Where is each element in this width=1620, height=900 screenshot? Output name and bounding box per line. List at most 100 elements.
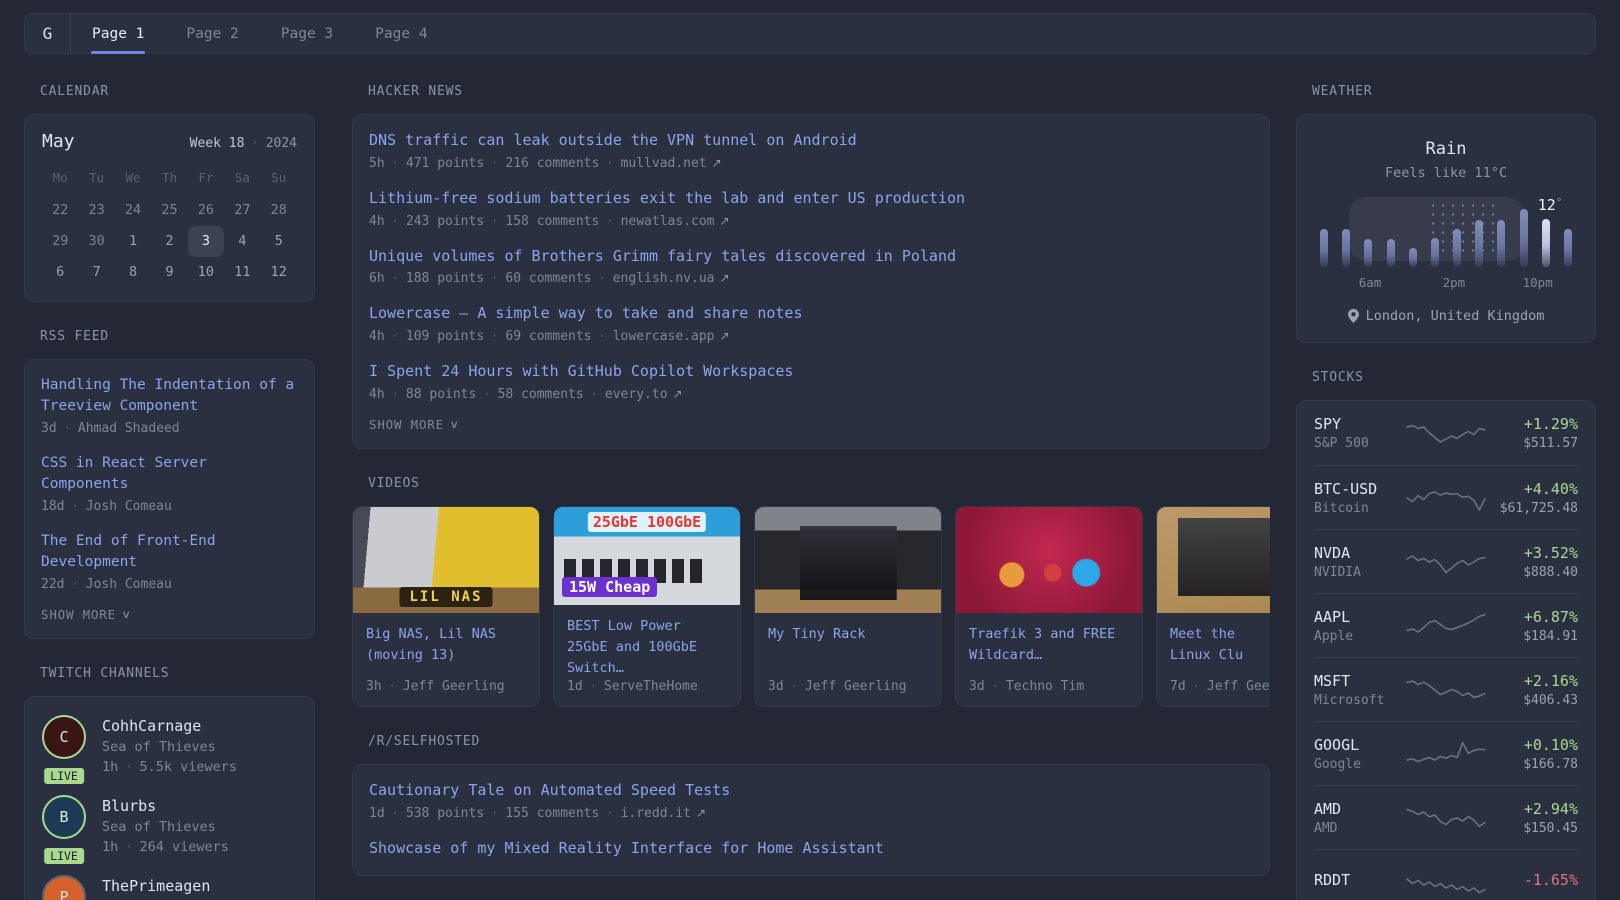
external-link-icon: ↗	[719, 213, 730, 228]
dot-separator: ·	[598, 329, 606, 343]
dot-separator: ·	[125, 760, 133, 775]
nav-tab[interactable]: Page 2	[165, 14, 259, 53]
calendar-weekday: Fr	[198, 170, 214, 185]
twitch-channel-row[interactable]: B LIVE Blurbs Sea of Thieves 1h · 264 view…	[41, 795, 297, 868]
calendar-day: 3	[187, 226, 225, 257]
hackernews-section-label: HACKER NEWS	[368, 84, 463, 99]
stock-row[interactable]: MSFT Microsoft +2.16% $406.43	[1314, 657, 1578, 721]
stock-row[interactable]: SPY S&P 500 +1.29% $511.57	[1314, 401, 1578, 465]
dot-separator: ·	[590, 386, 598, 401]
video-thumbnail	[755, 506, 941, 613]
post-title[interactable]: The End of Front-End Development	[41, 531, 298, 573]
nav-tab[interactable]: Page 4	[354, 14, 448, 53]
post-title[interactable]: Unique volumes of Brothers Grimm fairy t…	[369, 246, 1253, 268]
video-card[interactable]: LIL NAS Big NAS, Lil NAS (moving 13) 3h ·…	[352, 505, 540, 707]
avatar: B	[42, 795, 86, 840]
stock-row[interactable]: NVDA NVIDIA +3.52% $888.40	[1314, 529, 1578, 593]
external-link-icon: ↗	[711, 155, 722, 170]
channel-game: Sea of Thieves	[102, 819, 216, 836]
stock-change: -1.65%	[1523, 871, 1578, 889]
channel-game: Sea of Thieves	[102, 739, 216, 756]
video-meta: 7d·Jeff Geerling	[1170, 678, 1270, 694]
stock-name: S&P 500	[1314, 436, 1369, 451]
hour-axis: 6am 2pm 10pm	[1315, 275, 1577, 293]
weather-bar	[1497, 220, 1506, 267]
post-title[interactable]: Cautionary Tale on Automated Speed Tests	[369, 780, 1253, 802]
video-card[interactable]: 25GbE 100GbE 15W Cheap BEST Low Power 25G…	[553, 505, 741, 707]
stocks-widget: SPY S&P 500 +1.29% $511.57 BTC-USD Bitco…	[1296, 400, 1596, 900]
dot-separator: ·	[251, 136, 259, 150]
external-link-icon: ↗	[719, 271, 730, 286]
stock-row[interactable]: RDDT -1.65%	[1314, 849, 1578, 900]
calendar-section: CALENDAR May Week 18 · 2024 Mo Tu We Th Fr Sa Su…	[24, 84, 315, 302]
nav-tab[interactable]: Page 3	[260, 14, 354, 53]
highlight-temperature: 12°	[1537, 196, 1563, 214]
calendar-weekday-row: Mo Tu We Th Fr Sa Su	[42, 164, 297, 195]
feed-item: Lithium-free sodium batteries exit the l…	[369, 188, 1253, 229]
weather-bar	[1342, 229, 1351, 267]
hn-show-more-button[interactable]: SHOW MORE ∨	[369, 417, 458, 432]
app-logo[interactable]: G	[25, 14, 71, 53]
stock-row[interactable]: AMD AMD +2.94% $150.45	[1314, 785, 1578, 849]
nav-tab[interactable]: Page 1	[71, 14, 165, 54]
stock-row[interactable]: AAPL Apple +6.87% $184.91	[1314, 593, 1578, 657]
post-title[interactable]: DNS traffic can leak outside the VPN tun…	[369, 130, 1253, 152]
stocks-section-label: STOCKS	[1312, 370, 1364, 385]
live-badge: LIVE	[41, 845, 87, 868]
stock-sparkline	[1406, 554, 1486, 573]
calendar-month: May	[42, 131, 75, 152]
video-card[interactable]: My Tiny Rack 3d · Jeff Geerling	[754, 505, 942, 707]
dot-separator: ·	[63, 421, 71, 436]
dot-separator: ·	[125, 840, 133, 855]
dot-separator: ·	[71, 499, 79, 514]
stock-row[interactable]: BTC-USD Bitcoin +4.40% $61,725.48	[1314, 465, 1578, 529]
feed-item: CSS in React Server Components 18d · Josh …	[41, 453, 298, 514]
location-pin-icon	[1347, 309, 1359, 323]
left-column: CALENDAR May Week 18 · 2024 Mo Tu We Th Fr Sa Su…	[24, 84, 315, 900]
rss-show-more-button[interactable]: SHOW MORE ∨	[41, 607, 130, 622]
stock-row[interactable]: GOOGL Google +0.10% $166.78	[1314, 721, 1578, 785]
stock-name: AMD	[1314, 820, 1338, 836]
dot-separator: ·	[483, 386, 491, 401]
stock-price: $61,725.48	[1499, 500, 1578, 516]
avatar: C	[42, 715, 86, 760]
hackernews-widget: DNS traffic can leak outside the VPN tun…	[352, 114, 1270, 449]
post-meta: 4h · 109 points · 69 comments · lowercase.app ↗	[369, 329, 730, 344]
avatar: P	[42, 875, 86, 900]
post-title[interactable]: CSS in React Server Components	[41, 453, 298, 495]
twitch-channel-row[interactable]: C LIVE CohhCarnage Sea of Thieves 1h · 5.5…	[41, 715, 297, 788]
dot-separator: ·	[391, 805, 399, 820]
feed-item: Unique volumes of Brothers Grimm fairy t…	[369, 246, 1253, 287]
thumbnail-text: LIL NAS	[399, 586, 493, 607]
post-title[interactable]: Handling The Indentation of a Treeview C…	[41, 375, 298, 417]
twitch-channel-row[interactable]: P ThePrimeagen	[42, 875, 297, 900]
calendar-widget: May Week 18 · 2024 Mo Tu We Th Fr Sa Su 22 23 24 25…	[24, 114, 315, 302]
stock-change: +1.29%	[1523, 415, 1578, 433]
stock-change: +2.16%	[1523, 671, 1578, 690]
video-card[interactable]: FAS Meet the Linux Clu 7d·Jeff Geerling	[1156, 505, 1270, 707]
post-title[interactable]: Lithium-free sodium batteries exit the l…	[369, 188, 1253, 210]
thumbnail-text: 25GbE 100GbE	[587, 511, 707, 532]
post-meta: 6h · 188 points · 60 comments · english.nv.ua ↗	[369, 271, 730, 287]
post-title[interactable]: I Spent 24 Hours with GitHub Copilot Wor…	[369, 361, 1253, 383]
right-column: WEATHER Rain Feels like 11°C 12° 6am 2pm 1…	[1296, 84, 1596, 900]
video-thumbnail	[956, 506, 1142, 613]
video-meta: 3d · Techno Tim	[969, 678, 1085, 694]
dashboard: CALENDAR May Week 18 · 2024 Mo Tu We Th Fr Sa Su…	[0, 84, 1620, 900]
dot-separator: ·	[391, 329, 399, 343]
stock-sparkline	[1406, 741, 1486, 762]
calendar-day: 29	[52, 233, 69, 249]
post-meta: 1d · 538 points · 155 comments · i.redd.it ↗	[369, 805, 707, 821]
post-domain: lowercase.app	[612, 329, 715, 344]
stock-change: +2.94%	[1523, 799, 1578, 818]
channel-meta: 1h · 264 viewers	[102, 839, 229, 856]
calendar-day: 7	[92, 264, 101, 280]
video-title: Meet the Linux Clu	[1170, 625, 1244, 663]
post-title[interactable]: Showcase of my Mixed Reality Interface f…	[369, 838, 1253, 860]
dot-separator: ·	[391, 155, 399, 170]
video-card[interactable]: Traefik 3 and FREE Wildcard… 3d · Techno T…	[955, 505, 1143, 707]
post-title[interactable]: Lowercase – A simple way to take and sha…	[369, 303, 1253, 325]
feed-item: I Spent 24 Hours with GitHub Copilot Wor…	[369, 361, 1253, 402]
rss-section: RSS FEED Handling The Indentation of a T…	[24, 329, 315, 640]
post-meta: 3d · Ahmad Shadeed	[41, 421, 180, 437]
